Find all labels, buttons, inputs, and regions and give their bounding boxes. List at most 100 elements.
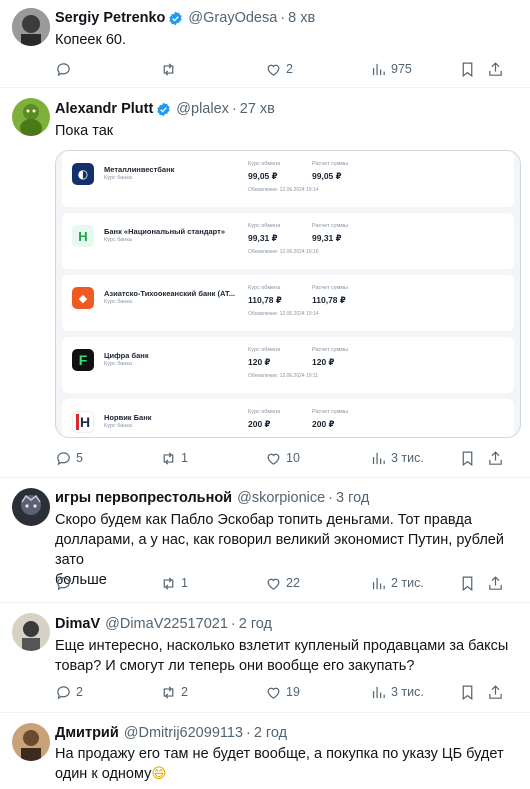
timestamp[interactable]: 2 год (239, 616, 272, 632)
bookmark-icon (462, 62, 473, 77)
share-icon (489, 684, 502, 699)
views-icon (372, 63, 385, 75)
sum-value: 200 ₽ (312, 419, 335, 429)
heart-icon (267, 453, 280, 465)
rate-label: Курс обмена (248, 409, 281, 415)
bank-sub: Курс банка (104, 299, 132, 305)
reply-button[interactable] (55, 572, 76, 594)
tweet[interactable]: Sergiy Petrenko @GrayOdesa · 8 хв Копеек… (0, 0, 530, 88)
retweet-icon (163, 576, 174, 590)
views-button[interactable]: 975 (370, 58, 412, 80)
view-count: 3 тис. (391, 451, 424, 465)
avatar[interactable] (12, 613, 50, 651)
separator-dot: · (280, 10, 286, 26)
retweet-button[interactable]: 1 (160, 572, 188, 594)
separator-dot: · (328, 490, 334, 506)
retweet-button[interactable] (160, 58, 181, 80)
rate-value: 200 ₽ (248, 419, 271, 429)
tweet-header: Дмитрий @Dmitrij62099113 · 2 год (55, 725, 287, 741)
separator-dot: · (230, 616, 236, 632)
timestamp[interactable]: 2 год (254, 725, 287, 741)
bookmark-button[interactable] (459, 681, 476, 703)
bank-name: Норвик Банк (104, 413, 152, 422)
sum-value: 110,78 ₽ (312, 295, 346, 305)
retweet-button[interactable]: 1 (160, 447, 188, 469)
bookmark-button[interactable] (459, 572, 476, 594)
avatar[interactable] (12, 723, 50, 761)
rate-value: 99,31 ₽ (248, 233, 278, 243)
avatar[interactable] (12, 488, 50, 526)
share-button[interactable] (487, 58, 504, 80)
reply-button[interactable]: 5 (55, 447, 83, 469)
rate-label: Курс обмена (248, 161, 281, 167)
author-handle[interactable]: @plalex (176, 101, 229, 117)
views-button[interactable]: 2 тис. (370, 572, 424, 594)
update-time: Обновление: 12.06.2024 19:16 (248, 249, 319, 255)
timestamp[interactable]: 27 хв (240, 101, 275, 117)
separator-dot: · (231, 101, 237, 117)
action-bar: 1 22 2 тис. (55, 572, 502, 594)
avatar[interactable] (12, 8, 50, 46)
like-button[interactable]: 19 (265, 681, 300, 703)
reply-icon (57, 451, 70, 465)
bookmark-button[interactable] (459, 58, 476, 80)
attached-image[interactable]: ◐ Металлинвестбанк Курс банка Курс обмен… (55, 150, 521, 438)
reply-icon (57, 62, 70, 76)
bank-row: ◆ Азиатско-Тихоокеанский банк (АТ... Кур… (62, 275, 514, 331)
share-button[interactable] (487, 681, 504, 703)
like-button[interactable]: 10 (265, 447, 300, 469)
natsstandart-logo-icon: H (72, 225, 94, 247)
bank-row: F Цифра банк Курс банка Курс обмена 120 … (62, 337, 514, 393)
sum-label: Расчет суммы (312, 223, 348, 229)
tweet[interactable]: Alexandr Plutt @plalex · 27 хв Пока так … (0, 88, 530, 478)
share-icon (489, 61, 502, 76)
tweet[interactable]: Дмитрий @Dmitrij62099113 · 2 год На прод… (0, 713, 530, 789)
avatar[interactable] (12, 98, 50, 136)
bank-name: Металлинвестбанк (104, 165, 175, 174)
retweet-button[interactable]: 2 (160, 681, 188, 703)
tweet[interactable]: DimaV @DimaV22517021 · 2 год Еще интерес… (0, 603, 530, 713)
bank-sub: Курс банка (104, 361, 132, 367)
reply-button[interactable]: 2 (55, 681, 83, 703)
author-handle[interactable]: @DimaV22517021 (105, 616, 228, 632)
share-button[interactable] (487, 572, 504, 594)
reply-count: 2 (76, 685, 83, 699)
verified-badge-icon (156, 102, 171, 117)
like-button[interactable]: 22 (265, 572, 300, 594)
author-name[interactable]: Дмитрий (55, 725, 119, 741)
tweet-text-line: На продажу его там не будет вообще, а по… (55, 746, 504, 762)
tweet-header: Sergiy Petrenko @GrayOdesa · 8 хв (55, 10, 315, 26)
timestamp[interactable]: 3 год (336, 490, 369, 506)
timestamp[interactable]: 8 хв (288, 10, 315, 26)
author-name[interactable]: DimaV (55, 616, 100, 632)
author-handle[interactable]: @Dmitrij62099113 (124, 725, 243, 741)
tweet[interactable]: игры первопрестольной @skorpionice · 3 г… (0, 478, 530, 603)
author-handle[interactable]: @GrayOdesa (188, 10, 277, 26)
tweet-text: На продажу его там не будет вообще, а по… (55, 744, 520, 784)
reply-icon (57, 685, 70, 699)
tweet-text-line: товар? И смогут ли теперь они вообще его… (55, 658, 415, 674)
views-button[interactable]: 3 тис. (370, 681, 424, 703)
update-time: Обновление: 12.06.2024 19:11 (248, 373, 319, 379)
bookmark-icon (462, 451, 473, 466)
views-icon (372, 577, 385, 589)
share-icon (489, 575, 502, 590)
views-button[interactable]: 3 тис. (370, 447, 424, 469)
bookmark-icon (462, 685, 473, 700)
author-name[interactable]: Sergiy Petrenko (55, 10, 165, 26)
norvik-bank-logo-icon: H (72, 411, 94, 433)
heart-icon (267, 64, 280, 76)
bank-name: Банк «Национальный стандарт» (104, 227, 225, 236)
author-name[interactable]: игры первопрестольной (55, 490, 232, 506)
like-button[interactable]: 2 (265, 58, 293, 80)
reply-button[interactable] (55, 58, 76, 80)
author-name[interactable]: Alexandr Plutt (55, 101, 153, 117)
tweet-header: DimaV @DimaV22517021 · 2 год (55, 616, 272, 632)
author-handle[interactable]: @skorpionice (237, 490, 325, 506)
bookmark-button[interactable] (459, 447, 476, 469)
metallinvestbank-logo-icon: ◐ (72, 163, 94, 185)
bank-sub: Курс банка (104, 175, 132, 181)
retweet-icon (163, 685, 174, 699)
sum-value: 99,31 ₽ (312, 233, 342, 243)
share-button[interactable] (487, 447, 504, 469)
